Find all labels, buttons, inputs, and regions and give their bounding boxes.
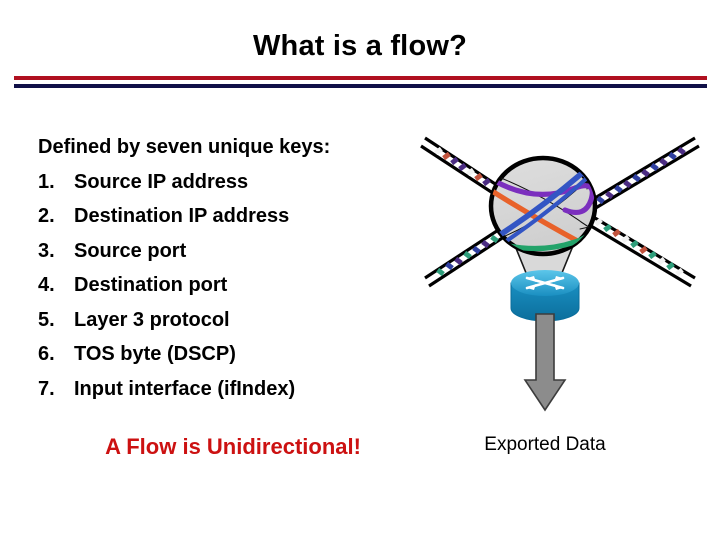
- list-item-number: 2.: [38, 205, 55, 227]
- list-item-number: 3.: [38, 239, 55, 262]
- list-item-label: Layer 3 protocol: [74, 308, 230, 331]
- list-item-number: 5.: [38, 308, 55, 331]
- list-item-number: 4.: [38, 274, 55, 296]
- exported-data-arrow: [523, 313, 567, 412]
- divider-rule-red: [14, 76, 707, 80]
- list-item: 5. Layer 3 protocol: [38, 303, 418, 338]
- list-item: 6. TOS byte (DSCP): [38, 337, 418, 372]
- unidirectional-caption: A Flow is Unidirectional!: [105, 434, 361, 459]
- divider-rule-navy: [14, 84, 707, 88]
- list-item-label: Destination IP address: [74, 205, 290, 227]
- slide-canvas: What is a flow? Defined by seven unique …: [0, 0, 720, 540]
- flow-keys-list: 1. Source IP address 2. Destination IP a…: [38, 165, 418, 407]
- list-item-number: 1.: [38, 170, 55, 193]
- list-item: 1. Source IP address: [38, 165, 418, 200]
- list-item-number: 6.: [38, 343, 55, 365]
- netflow-cloud-router-diagram: [415, 118, 705, 413]
- intro-line: Defined by seven unique keys:: [38, 136, 331, 158]
- list-item-label: Source IP address: [74, 170, 249, 193]
- page-title: What is a flow?: [252, 30, 468, 62]
- title-divider: [14, 76, 707, 90]
- list-item: 7. Input interface (ifIndex): [38, 372, 418, 407]
- network-cloud-sphere: [488, 155, 598, 257]
- list-item: 4. Destination port: [38, 268, 418, 303]
- list-item-label: TOS byte (DSCP): [74, 343, 236, 365]
- list-item: 2. Destination IP address: [38, 199, 418, 234]
- list-item-label: Source port: [74, 239, 187, 262]
- body-text-block: Defined by seven unique keys: 1. Source …: [38, 130, 418, 406]
- exported-data-caption: Exported Data: [484, 434, 606, 455]
- list-item: 3. Source port: [38, 234, 418, 269]
- list-item-label: Destination port: [74, 274, 228, 296]
- list-item-number: 7.: [38, 377, 55, 400]
- list-item-label: Input interface (ifIndex): [74, 377, 296, 400]
